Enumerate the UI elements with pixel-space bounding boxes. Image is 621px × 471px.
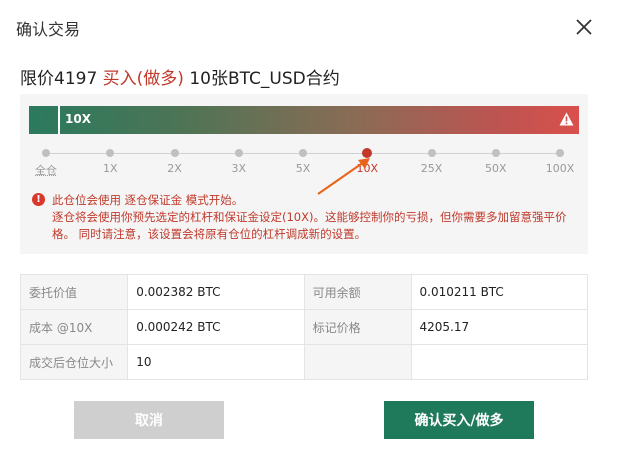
leverage-option-label: 全仓: [35, 164, 57, 177]
detail-value: 0.000242 BTC: [127, 309, 305, 345]
detail-label: 可用余额: [303, 274, 412, 310]
confirm-buy-button[interactable]: 确认买入/做多: [384, 401, 534, 439]
leverage-option-8[interactable]: 100X: [535, 144, 585, 175]
leverage-bar-divider: [58, 106, 60, 134]
leverage-option-1[interactable]: 1X: [85, 144, 135, 175]
leverage-option-3[interactable]: 3X: [214, 144, 264, 175]
leverage-bar[interactable]: 10X: [29, 106, 579, 134]
detail-value: 0.002382 BTC: [127, 274, 305, 310]
detail-value: [410, 344, 588, 380]
leverage-option-7[interactable]: 50X: [471, 144, 521, 175]
leverage-option-label: 50X: [484, 162, 507, 175]
detail-label: [303, 344, 412, 380]
warning-triangle-icon: [559, 112, 574, 126]
leverage-option-6[interactable]: 25X: [407, 144, 457, 175]
leverage-option-label: 100X: [545, 162, 575, 175]
margin-mode-notice: ! 此仓位会使用 逐仓保证金 模式开始。 逐仓将会使用你预先选定的杠杆和保证金设…: [32, 192, 580, 243]
leverage-option-dot: [42, 149, 50, 157]
notice-line-2: 逐仓将会使用你预先选定的杠杆和保证金设定(10X)。这能够控制你的亏损，但你需要…: [52, 210, 567, 241]
detail-value: 0.010211 BTC: [410, 274, 588, 310]
leverage-option-dot: [299, 149, 307, 157]
table-row: 成本 @10X 0.000242 BTC 标记价格 4205.17: [19, 309, 588, 345]
leverage-option-0[interactable]: 全仓: [21, 144, 71, 178]
order-side: 买入(做多): [102, 69, 184, 89]
order-summary: 限价4197 买入(做多) 10张BTC_USD合约: [20, 64, 340, 89]
table-row: 委托价值 0.002382 BTC 可用余额 0.010211 BTC: [19, 274, 588, 310]
detail-value: 10: [127, 344, 305, 380]
detail-value: 4205.17: [410, 309, 588, 345]
leverage-option-label: 3X: [231, 162, 247, 175]
leverage-option-dot: [556, 149, 564, 157]
leverage-option-dot: [170, 149, 179, 157]
notice-line-1: 此仓位会使用 逐仓保证金 模式开始。: [52, 193, 244, 207]
annotation-arrow: [317, 158, 370, 195]
detail-label: 成交后仓位大小: [19, 344, 129, 380]
cancel-button[interactable]: 取消: [74, 401, 224, 439]
detail-label: 标记价格: [303, 309, 412, 345]
dialog-title: 确认交易: [16, 20, 81, 39]
leverage-option-label: 1X: [102, 162, 118, 175]
leverage-option-dot: [491, 149, 500, 157]
leverage-option-dot: [106, 149, 115, 157]
table-row: 成交后仓位大小 10: [19, 344, 588, 380]
leverage-option-dot: [234, 149, 243, 157]
error-circle-icon: !: [32, 193, 45, 206]
contract-quantity: 10张BTC_USD合约: [189, 69, 340, 89]
limit-price: 限价4197: [20, 69, 98, 89]
leverage-current-value: 10X: [65, 112, 91, 126]
leverage-option-label: 2X: [167, 162, 182, 175]
detail-label: 成本 @10X: [19, 309, 129, 345]
close-icon[interactable]: [573, 16, 595, 38]
leverage-panel: 10X 全仓 1X 2X 3X 5X 10X 25X 50X 100X ! 此仓位会使用 逐仓保…: [20, 94, 588, 254]
detail-label: 委托价值: [19, 274, 129, 310]
leverage-option-label: 25X: [420, 162, 443, 175]
leverage-selector: 全仓 1X 2X 3X 5X 10X 25X 50X 100X: [20, 144, 588, 184]
leverage-option-dot: [427, 149, 436, 157]
leverage-option-2[interactable]: 2X: [150, 144, 200, 175]
order-details-table: 委托价值 0.002382 BTC 可用余额 0.010211 BTC 成本 @10X 0…: [19, 274, 588, 380]
